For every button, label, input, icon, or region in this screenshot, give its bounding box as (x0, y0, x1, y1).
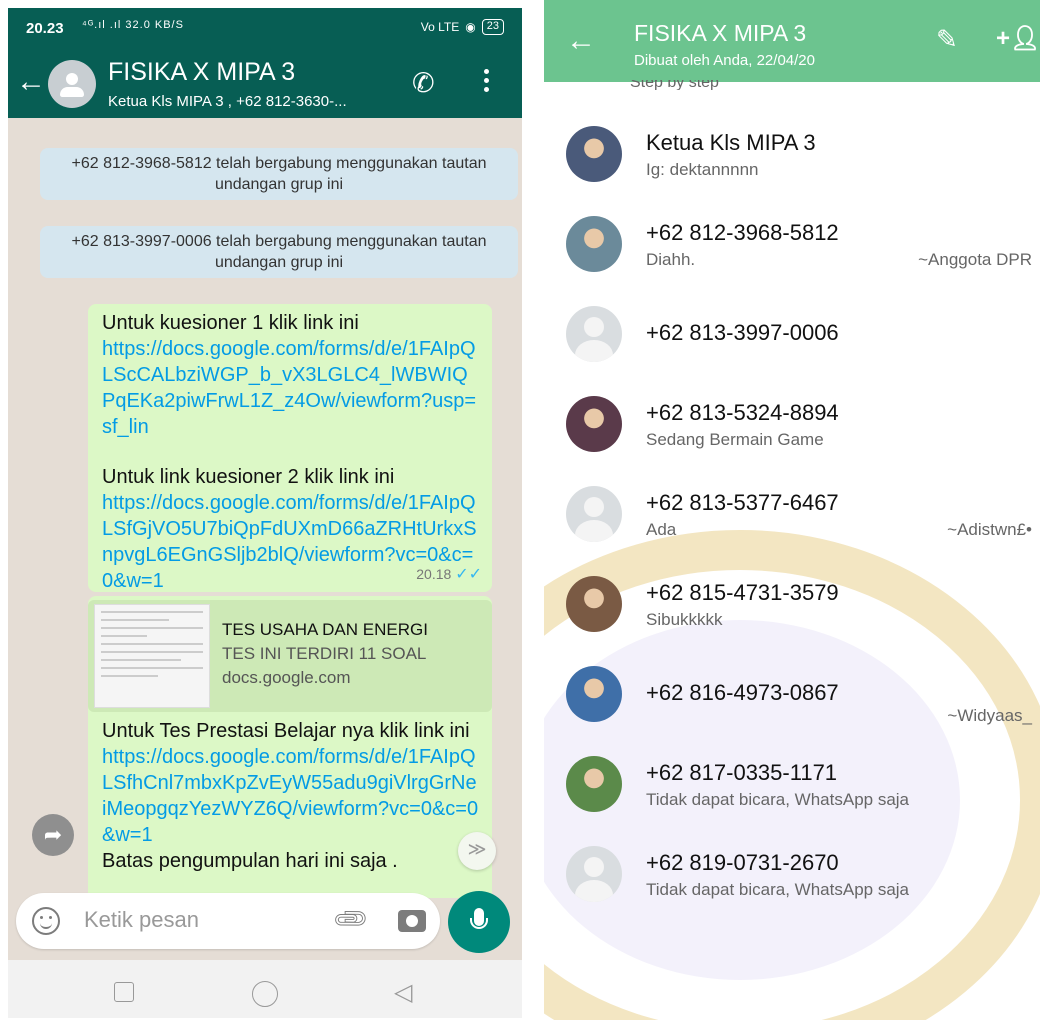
message-bubble-questionnaire[interactable]: Untuk kuesioner 1 klik link ini https://… (88, 304, 492, 592)
system-message: +62 812-3968-5812 telah bergabung menggu… (40, 148, 518, 200)
message-text: Batas pengumpulan hari ini saja . (102, 850, 398, 872)
participant-avatar[interactable] (566, 756, 622, 812)
chat-header[interactable]: ← FISIKA X MIPA 3 Ketua Kls MIPA 3 , +62… (8, 48, 522, 118)
participant-avatar[interactable] (566, 486, 622, 542)
battery-icon: 23 (481, 19, 504, 35)
participant-about: Tidak dapat bicara, WhatsApp saja (646, 790, 910, 809)
microphone-button[interactable] (448, 891, 510, 953)
participant-name: +62 813-5377-6467 (646, 490, 839, 515)
participant-row[interactable]: +62 813-5377-6467 Ada ~Adistwn£• (544, 470, 1040, 558)
nav-back-icon[interactable]: ◁ (394, 978, 412, 1007)
group-members-subtitle[interactable]: Ketua Kls MIPA 3 , +62 812-3630-... (108, 93, 347, 110)
status-bar: 20.23 ⁴ᴳ.ıl .ıl 32.0 KB/S Vo LTE ◉ 23 (8, 8, 522, 48)
volte-icon: Vo LTE (420, 20, 460, 34)
participant-row[interactable]: +62 815-4731-3579 Sibukkkkk (544, 560, 1040, 648)
link-preview-thumbnail (94, 604, 210, 708)
participant-avatar[interactable] (566, 216, 622, 272)
truncated-about-text: Step by step (630, 80, 719, 90)
participant-row[interactable]: +62 813-5324-8894 Sedang Bermain Game (544, 380, 1040, 468)
participant-about: Ig: dektannnnn (646, 160, 759, 179)
message-input[interactable]: Ketik pesan (84, 907, 199, 933)
participant-pushname: ~Adistwn£• (947, 520, 1032, 539)
participant-avatar[interactable] (566, 846, 622, 902)
system-navigation-bar: ◁ (8, 960, 522, 1018)
system-message: +62 813-3997-0006 telah bergabung menggu… (40, 226, 518, 278)
message-list[interactable]: +62 812-3968-5812 telah bergabung menggu… (8, 118, 522, 898)
participant-avatar[interactable] (566, 126, 622, 182)
participant-about: Tidak dapat bicara, WhatsApp saja (646, 880, 910, 899)
participant-about: Ada (646, 520, 677, 539)
participant-row[interactable]: Ketua Kls MIPA 3 Ig: dektannnnn (544, 110, 1040, 198)
group-avatar[interactable] (48, 60, 96, 108)
participant-row[interactable]: +62 813-3997-0006 (544, 290, 1040, 378)
participant-name: +62 816-4973-0867 (646, 680, 839, 705)
participant-about: Sibukkkkk (646, 610, 723, 629)
read-ticks-icon: ✓✓ (455, 566, 482, 583)
participant-avatar[interactable] (566, 576, 622, 632)
status-right: Vo LTE ◉ 23 (421, 19, 504, 35)
participant-row[interactable]: +62 817-0335-1171 Tidak dapat bicara, Wha… (544, 740, 1040, 828)
group-created-info: Dibuat oleh Anda, 22/04/20 (634, 52, 815, 69)
group-title: FISIKA X MIPA 3 (634, 20, 807, 46)
participant-name: +62 812-3968-5812 (646, 220, 839, 245)
participant-name: Ketua Kls MIPA 3 (646, 130, 816, 155)
participant-avatar[interactable] (566, 396, 622, 452)
participant-name: +62 813-3997-0006 (646, 320, 839, 345)
preview-domain: docs.google.com (222, 668, 351, 687)
signal-icon: ⁴ᴳ.ıl .ıl 32.0 KB/S (82, 19, 184, 31)
message-text: Untuk link kuesioner 2 klik link ini (102, 466, 395, 488)
group-info-screen: ← FISIKA X MIPA 3 Dibuat oleh Anda, 22/0… (544, 0, 1040, 1020)
chat-screen: 20.23 ⁴ᴳ.ıl .ıl 32.0 KB/S Vo LTE ◉ 23 ← … (8, 8, 522, 1018)
link-preview-card[interactable]: TES USAHA DAN ENERGI TES INI TERDIRI 11 … (88, 600, 492, 712)
camera-icon[interactable] (398, 910, 426, 932)
participant-about: Diahh. (646, 250, 696, 269)
home-icon[interactable] (252, 981, 278, 1007)
preview-title: TES USAHA DAN ENERGI (222, 620, 428, 639)
participant-avatar[interactable] (566, 306, 622, 362)
message-text: Untuk Tes Prestasi Belajar nya klik link… (102, 720, 470, 742)
more-options-icon[interactable] (482, 65, 490, 96)
forward-icon[interactable]: ➦ (32, 814, 74, 856)
participant-name: +62 815-4731-3579 (646, 580, 839, 605)
participant-row[interactable]: +62 819-0731-2670 Tidak dapat bicara, Wha… (544, 830, 1040, 918)
group-name[interactable]: FISIKA X MIPA 3 (108, 58, 295, 87)
participant-row[interactable]: +62 816-4973-0867 ~Widyaas_ (544, 650, 1040, 738)
emoji-icon[interactable] (32, 907, 60, 935)
participant-name: +62 817-0335-1171 (646, 760, 838, 785)
alarm-icon: ◉ (465, 20, 476, 34)
attach-icon[interactable]: 📎︎ (330, 898, 372, 940)
scroll-down-icon[interactable]: ≫ (458, 832, 496, 870)
participant-name: +62 813-5324-8894 (646, 400, 839, 425)
message-body-test: Untuk Tes Prestasi Belajar nya klik link… (88, 714, 492, 898)
back-arrow-icon[interactable]: ← (16, 67, 46, 97)
status-time: 20.23 (26, 20, 64, 37)
message-meta: 20.18 ✓✓ (416, 561, 482, 588)
questionnaire-1-link[interactable]: https://docs.google.com/forms/d/e/1FAIpQ… (102, 336, 480, 440)
back-arrow-icon[interactable]: ← (566, 24, 596, 58)
add-participant-icon[interactable]: +👤︎ (996, 24, 1040, 53)
group-info-header: ← FISIKA X MIPA 3 Dibuat oleh Anda, 22/0… (544, 0, 1040, 82)
participant-pushname: ~Widyaas_ (947, 706, 1032, 725)
message-time: 20.18 (416, 566, 452, 582)
message-text: Untuk kuesioner 1 klik link ini (102, 312, 359, 334)
participant-pushname: ~Anggota DPR (918, 250, 1032, 269)
recents-icon[interactable] (114, 982, 134, 1002)
participant-row[interactable]: +62 812-3968-5812 Diahh. ~Anggota DPR (544, 200, 1040, 288)
participant-avatar[interactable] (566, 666, 622, 722)
message-input-bar[interactable]: Ketik pesan 📎︎ (16, 893, 440, 949)
participant-about: Sedang Bermain Game (646, 430, 824, 449)
achievement-test-link[interactable]: https://docs.google.com/forms/d/e/1FAIpQ… (102, 744, 480, 848)
edit-pencil-icon[interactable]: ✎ (936, 24, 958, 55)
participant-name: +62 819-0731-2670 (646, 850, 839, 875)
add-call-icon[interactable]: ✆ (412, 68, 435, 99)
preview-description: TES INI TERDIRI 11 SOAL (222, 644, 427, 663)
